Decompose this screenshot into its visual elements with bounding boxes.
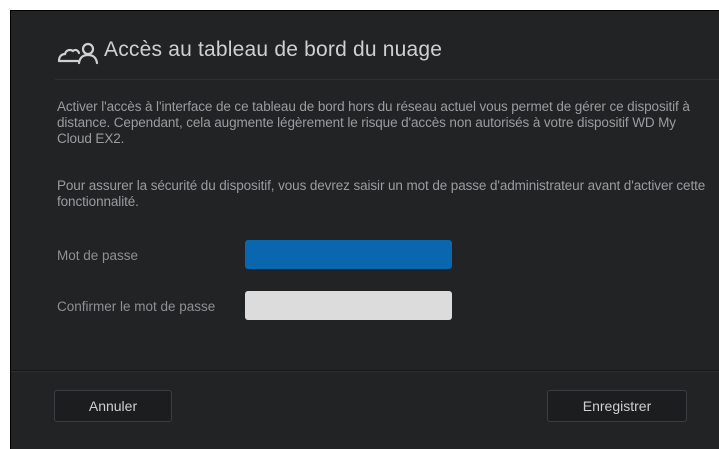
dialog-title: Accès au tableau de bord du nuage (104, 38, 443, 61)
password-input[interactable] (245, 240, 452, 269)
dialog-header: Accès au tableau de bord du nuage (11, 11, 719, 81)
save-button[interactable]: Enregistrer (547, 390, 687, 422)
footer-divider-highlight (11, 371, 719, 372)
cloud-user-icon (57, 41, 107, 65)
password-label: Mot de passe (57, 248, 139, 263)
description-paragraph: Activer l'accès à l'interface de ce tabl… (57, 99, 690, 146)
security-note-paragraph: Pour assurer la sécurité du dispositif, … (57, 178, 706, 209)
confirm-password-label: Confirmer le mot de passe (57, 299, 216, 314)
header-divider (55, 79, 719, 80)
cancel-button[interactable]: Annuler (54, 390, 172, 422)
cloud-access-dialog: Accès au tableau de bord du nuage Active… (10, 10, 719, 449)
confirm-password-input[interactable] (245, 291, 452, 320)
